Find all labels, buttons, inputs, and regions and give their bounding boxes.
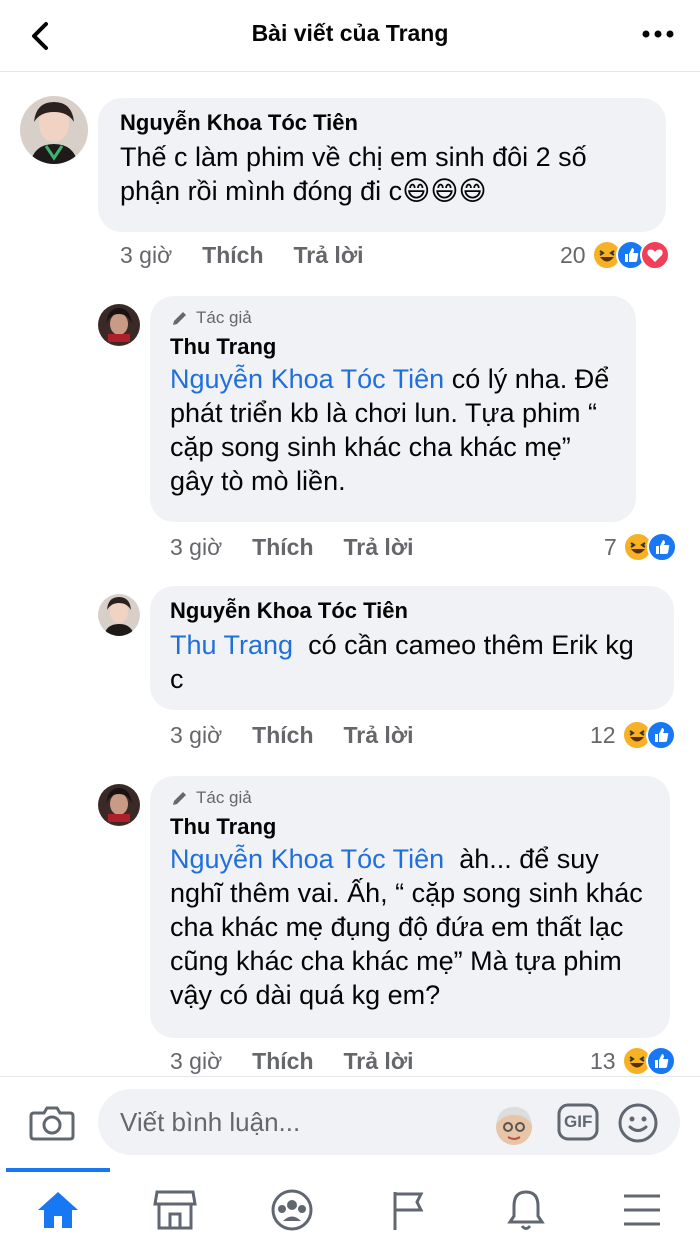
pages-flag-icon [393, 1192, 424, 1230]
comment-author[interactable]: Thu Trang [170, 814, 650, 840]
avatar-sticker-button[interactable] [490, 1103, 538, 1145]
comment-author[interactable]: Nguyễn Khoa Tóc Tiên [120, 110, 644, 136]
comment-text: Thế c làm phim về chị em sinh đôi 2 số p… [120, 142, 587, 206]
comment-bubble[interactable]: Tác giả Thu Trang Nguyễn Khoa Tóc Tiên c… [150, 296, 636, 522]
pencil-icon [173, 792, 186, 805]
like-reaction-icon [645, 1046, 676, 1076]
gif-button[interactable]: GIF [556, 1101, 600, 1143]
smiley-icon [618, 1103, 658, 1143]
comment-bubble[interactable]: Nguyễn Khoa Tóc Tiên Thế c làm phim về c… [98, 98, 666, 232]
comment-bubble[interactable]: Nguyễn Khoa Tóc Tiên Thu Trang có cần ca… [150, 586, 674, 710]
menu-icon [624, 1194, 660, 1226]
avatar[interactable] [20, 96, 88, 164]
home-icon [38, 1192, 78, 1228]
camera-icon [29, 1106, 75, 1141]
comment-time[interactable]: 3 giờ [170, 722, 222, 749]
emoji-button[interactable] [616, 1101, 660, 1145]
comment-time[interactable]: 3 giờ [120, 242, 172, 269]
comment-text: Nguyễn Khoa Tóc Tiên àh... để suy nghĩ t… [170, 844, 643, 1010]
like-reaction-icon [645, 720, 676, 750]
emoji-grin: 😄 [458, 176, 487, 206]
tab-home[interactable] [34, 1188, 82, 1232]
pencil-icon [173, 312, 186, 325]
tab-marketplace[interactable] [151, 1188, 199, 1232]
reaction-summary[interactable]: 13 [590, 1046, 676, 1076]
mention-link[interactable]: Thu Trang [170, 630, 293, 660]
tab-notifications[interactable] [502, 1188, 550, 1232]
comment-author[interactable]: Thu Trang [170, 334, 616, 360]
love-reaction-icon [639, 240, 670, 270]
bottom-tab-bar [0, 1168, 700, 1244]
like-link[interactable]: Thích [252, 722, 313, 749]
comment-author[interactable]: Nguyễn Khoa Tóc Tiên [170, 598, 654, 624]
top-bar: Bài viết của Trang [0, 0, 700, 72]
comment-time[interactable]: 3 giờ [170, 1048, 222, 1075]
avatar[interactable] [98, 304, 140, 346]
gif-label: GIF [564, 1112, 593, 1131]
like-link[interactable]: Thích [252, 534, 313, 561]
reaction-summary[interactable]: 7 [604, 532, 677, 562]
reply-link[interactable]: Trả lời [294, 242, 364, 269]
like-link[interactable]: Thích [252, 1048, 313, 1075]
reaction-summary[interactable]: 12 [590, 720, 676, 750]
comment-actions: 3 giờ Thích Trả lời [120, 242, 364, 269]
comment-actions: 3 giờ Thích Trả lời [170, 534, 414, 561]
tab-groups[interactable] [268, 1188, 316, 1232]
comment-actions: 3 giờ Thích Trả lời [170, 722, 414, 749]
active-tab-indicator [6, 1168, 110, 1172]
author-badge: Tác giả [170, 308, 616, 328]
comment-actions: 3 giờ Thích Trả lời [170, 1048, 414, 1075]
comment-text: Thu Trang có cần cameo thêm Erik kg c [170, 630, 634, 694]
mention-link[interactable]: Nguyễn Khoa Tóc Tiên [170, 364, 444, 394]
groups-icon [271, 1189, 313, 1231]
reaction-count: 13 [590, 1047, 616, 1074]
avatar-sticker-icon [496, 1107, 532, 1145]
mention-link[interactable]: Nguyễn Khoa Tóc Tiên [170, 844, 444, 874]
reaction-summary[interactable]: 20 [560, 240, 670, 270]
reply-link[interactable]: Trả lời [344, 1048, 414, 1075]
like-reaction-icon [646, 532, 677, 562]
camera-button[interactable] [28, 1103, 76, 1143]
more-horizontal-icon [642, 30, 674, 38]
more-options-button[interactable] [640, 22, 676, 46]
comment-input[interactable]: Viết bình luận... GIF [98, 1089, 680, 1155]
comment-text: Nguyễn Khoa Tóc Tiên có lý nha. Để phát … [170, 364, 610, 496]
avatar[interactable] [98, 784, 140, 826]
comment-time[interactable]: 3 giờ [170, 534, 222, 561]
emoji-grin: 😄 [402, 176, 431, 206]
tab-menu[interactable] [618, 1188, 666, 1232]
comment-bubble[interactable]: Tác giả Thu Trang Nguyễn Khoa Tóc Tiên à… [150, 776, 670, 1038]
marketplace-icon [153, 1190, 197, 1230]
emoji-grin: 😄 [430, 176, 459, 206]
comment-placeholder: Viết bình luận... [120, 1107, 301, 1137]
reaction-count: 7 [604, 533, 617, 560]
page-title: Bài viết của Trang [251, 20, 449, 46]
comment-composer: Viết bình luận... GIF [0, 1076, 700, 1168]
like-link[interactable]: Thích [202, 242, 263, 269]
notifications-bell-icon [507, 1190, 545, 1230]
author-badge: Tác giả [170, 788, 650, 808]
tab-pages[interactable] [385, 1188, 433, 1232]
avatar[interactable] [98, 594, 140, 636]
reaction-count: 12 [590, 721, 616, 748]
reply-link[interactable]: Trả lời [344, 722, 414, 749]
reply-link[interactable]: Trả lời [344, 534, 414, 561]
reaction-count: 20 [560, 241, 586, 268]
